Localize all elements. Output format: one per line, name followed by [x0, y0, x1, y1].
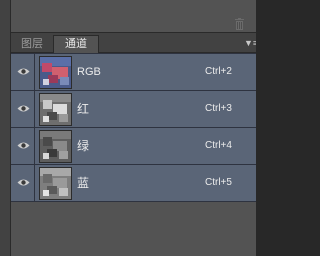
visibility-toggle[interactable]: [11, 165, 35, 201]
channel-name: 红: [77, 102, 90, 116]
visibility-toggle[interactable]: [11, 91, 35, 127]
eye-icon[interactable]: [17, 178, 30, 187]
tab-layers[interactable]: 图层: [11, 36, 53, 52]
eye-icon[interactable]: [17, 67, 30, 76]
channel-thumbnail-red: [39, 93, 72, 126]
top-strip: [0, 0, 256, 16]
channels-panel-window: 图层 通道 ▼≡ RGB Ctrl+2 红 Ctrl+3 绿 Ctrl+4 蓝 …: [0, 0, 256, 256]
channel-row-rgb[interactable]: RGB Ctrl+2: [11, 53, 256, 91]
channels-panel: 图层 通道 ▼≡ RGB Ctrl+2 红 Ctrl+3 绿 Ctrl+4 蓝 …: [11, 33, 256, 256]
channel-row-red[interactable]: 红 Ctrl+3: [11, 91, 256, 128]
channel-thumbnail-rgb: [39, 56, 72, 89]
channel-thumbnail-blue: [39, 167, 72, 200]
channel-shortcut: Ctrl+2: [205, 66, 232, 77]
trash-icon[interactable]: [233, 18, 246, 30]
left-dock-strip: [0, 0, 11, 256]
channel-thumbnail-green: [39, 130, 72, 163]
channel-shortcut: Ctrl+3: [205, 103, 232, 114]
visibility-toggle[interactable]: [11, 54, 35, 90]
panel-tabbar: 图层 通道 ▼≡: [11, 33, 256, 53]
panel-footer-bar: [11, 16, 256, 33]
panel-menu-icon[interactable]: ▼≡: [244, 39, 256, 48]
channel-name: 蓝: [77, 176, 90, 190]
channel-shortcut: Ctrl+5: [205, 177, 232, 188]
channel-list: RGB Ctrl+2 红 Ctrl+3 绿 Ctrl+4 蓝 Ctrl+5: [11, 53, 256, 202]
eye-icon[interactable]: [17, 104, 30, 113]
channel-row-green[interactable]: 绿 Ctrl+4: [11, 128, 256, 165]
channel-shortcut: Ctrl+4: [205, 140, 232, 151]
channel-name: 绿: [77, 139, 90, 153]
visibility-toggle[interactable]: [11, 128, 35, 164]
channel-name: RGB: [77, 66, 101, 78]
eye-icon[interactable]: [17, 141, 30, 150]
tab-channels[interactable]: 通道: [53, 35, 99, 53]
channel-row-blue[interactable]: 蓝 Ctrl+5: [11, 165, 256, 202]
